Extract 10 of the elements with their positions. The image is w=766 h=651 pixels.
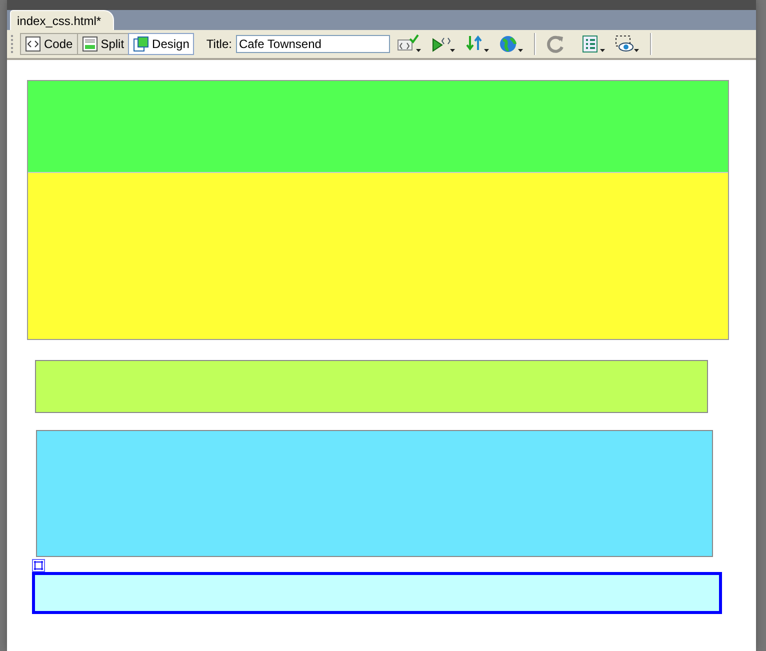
code-view-icon: [25, 36, 41, 52]
title-field[interactable]: Cafe Townsend: [236, 35, 390, 53]
design-view-icon: [133, 36, 150, 52]
split-view-icon: [82, 36, 98, 52]
split-view-button[interactable]: Split: [76, 33, 130, 55]
design-view-button[interactable]: Design: [128, 33, 194, 55]
title-label: Title:: [206, 37, 232, 51]
selection-handle-icon[interactable]: [32, 559, 45, 572]
code-view-button[interactable]: Code: [20, 33, 78, 55]
document-tab[interactable]: index_css.html*: [10, 10, 114, 30]
